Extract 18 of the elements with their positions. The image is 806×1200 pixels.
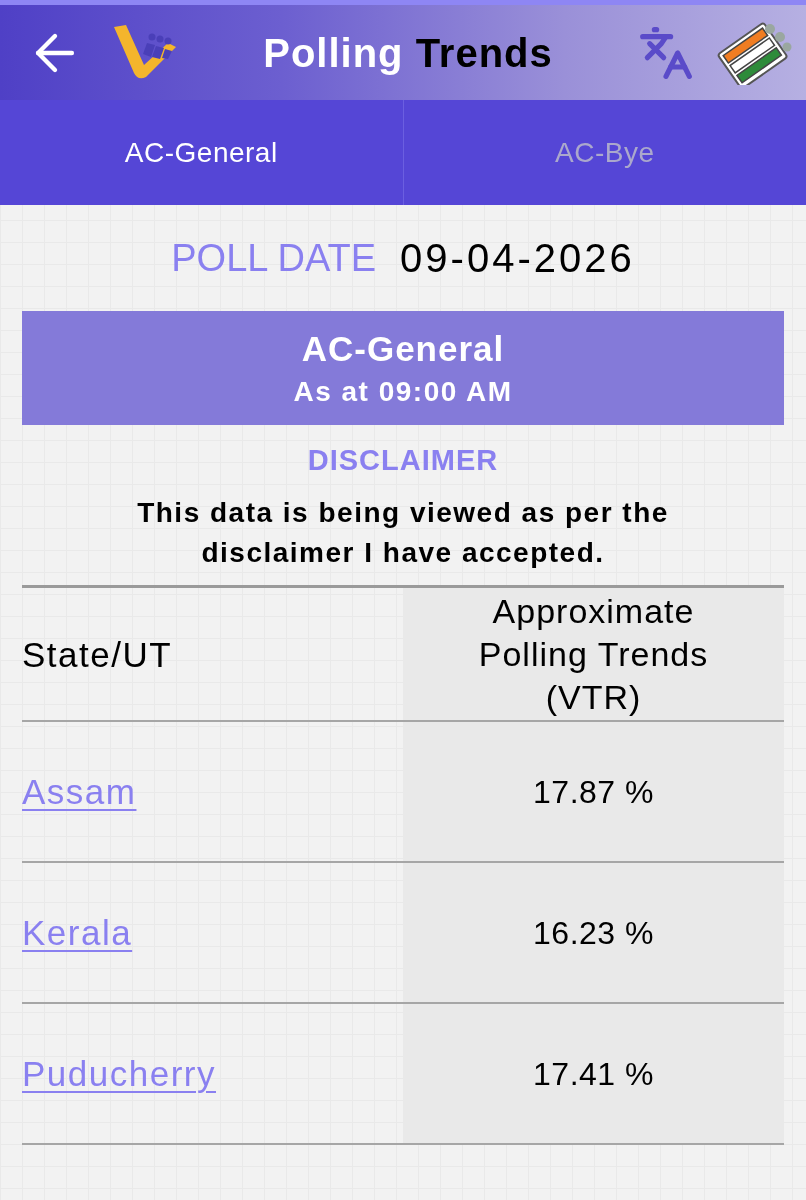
- tab[interactable]: AC-General: [0, 100, 403, 205]
- banner-subtitle: As at 09:00 AM: [293, 377, 513, 406]
- trend-cell: 16.23 %: [403, 863, 784, 1002]
- poll-date-label: POLL DATE: [171, 239, 377, 277]
- disclaimer-heading: DISCLAIMER: [307, 445, 499, 475]
- state-link[interactable]: Assam: [22, 774, 137, 809]
- column-header: State/UT: [22, 636, 173, 672]
- trend-cell: 17.41 %: [403, 1004, 784, 1143]
- poll-date-value: 09-04-2026: [400, 238, 635, 278]
- screen-title: Polling Trends: [263, 32, 553, 73]
- column-header: Approximate Polling Trends (VTR): [403, 588, 784, 720]
- state-link[interactable]: Puducherry: [22, 1056, 216, 1091]
- disclaimer-text: This data is being viewed as per the disclaimer I have accepted.: [136, 496, 670, 570]
- tab[interactable]: AC-Bye: [403, 100, 806, 205]
- translate-icon: [638, 24, 694, 81]
- state-link[interactable]: Kerala: [22, 915, 133, 950]
- banner-title: AC-General: [301, 330, 505, 366]
- trend-cell: 17.87 %: [403, 722, 784, 861]
